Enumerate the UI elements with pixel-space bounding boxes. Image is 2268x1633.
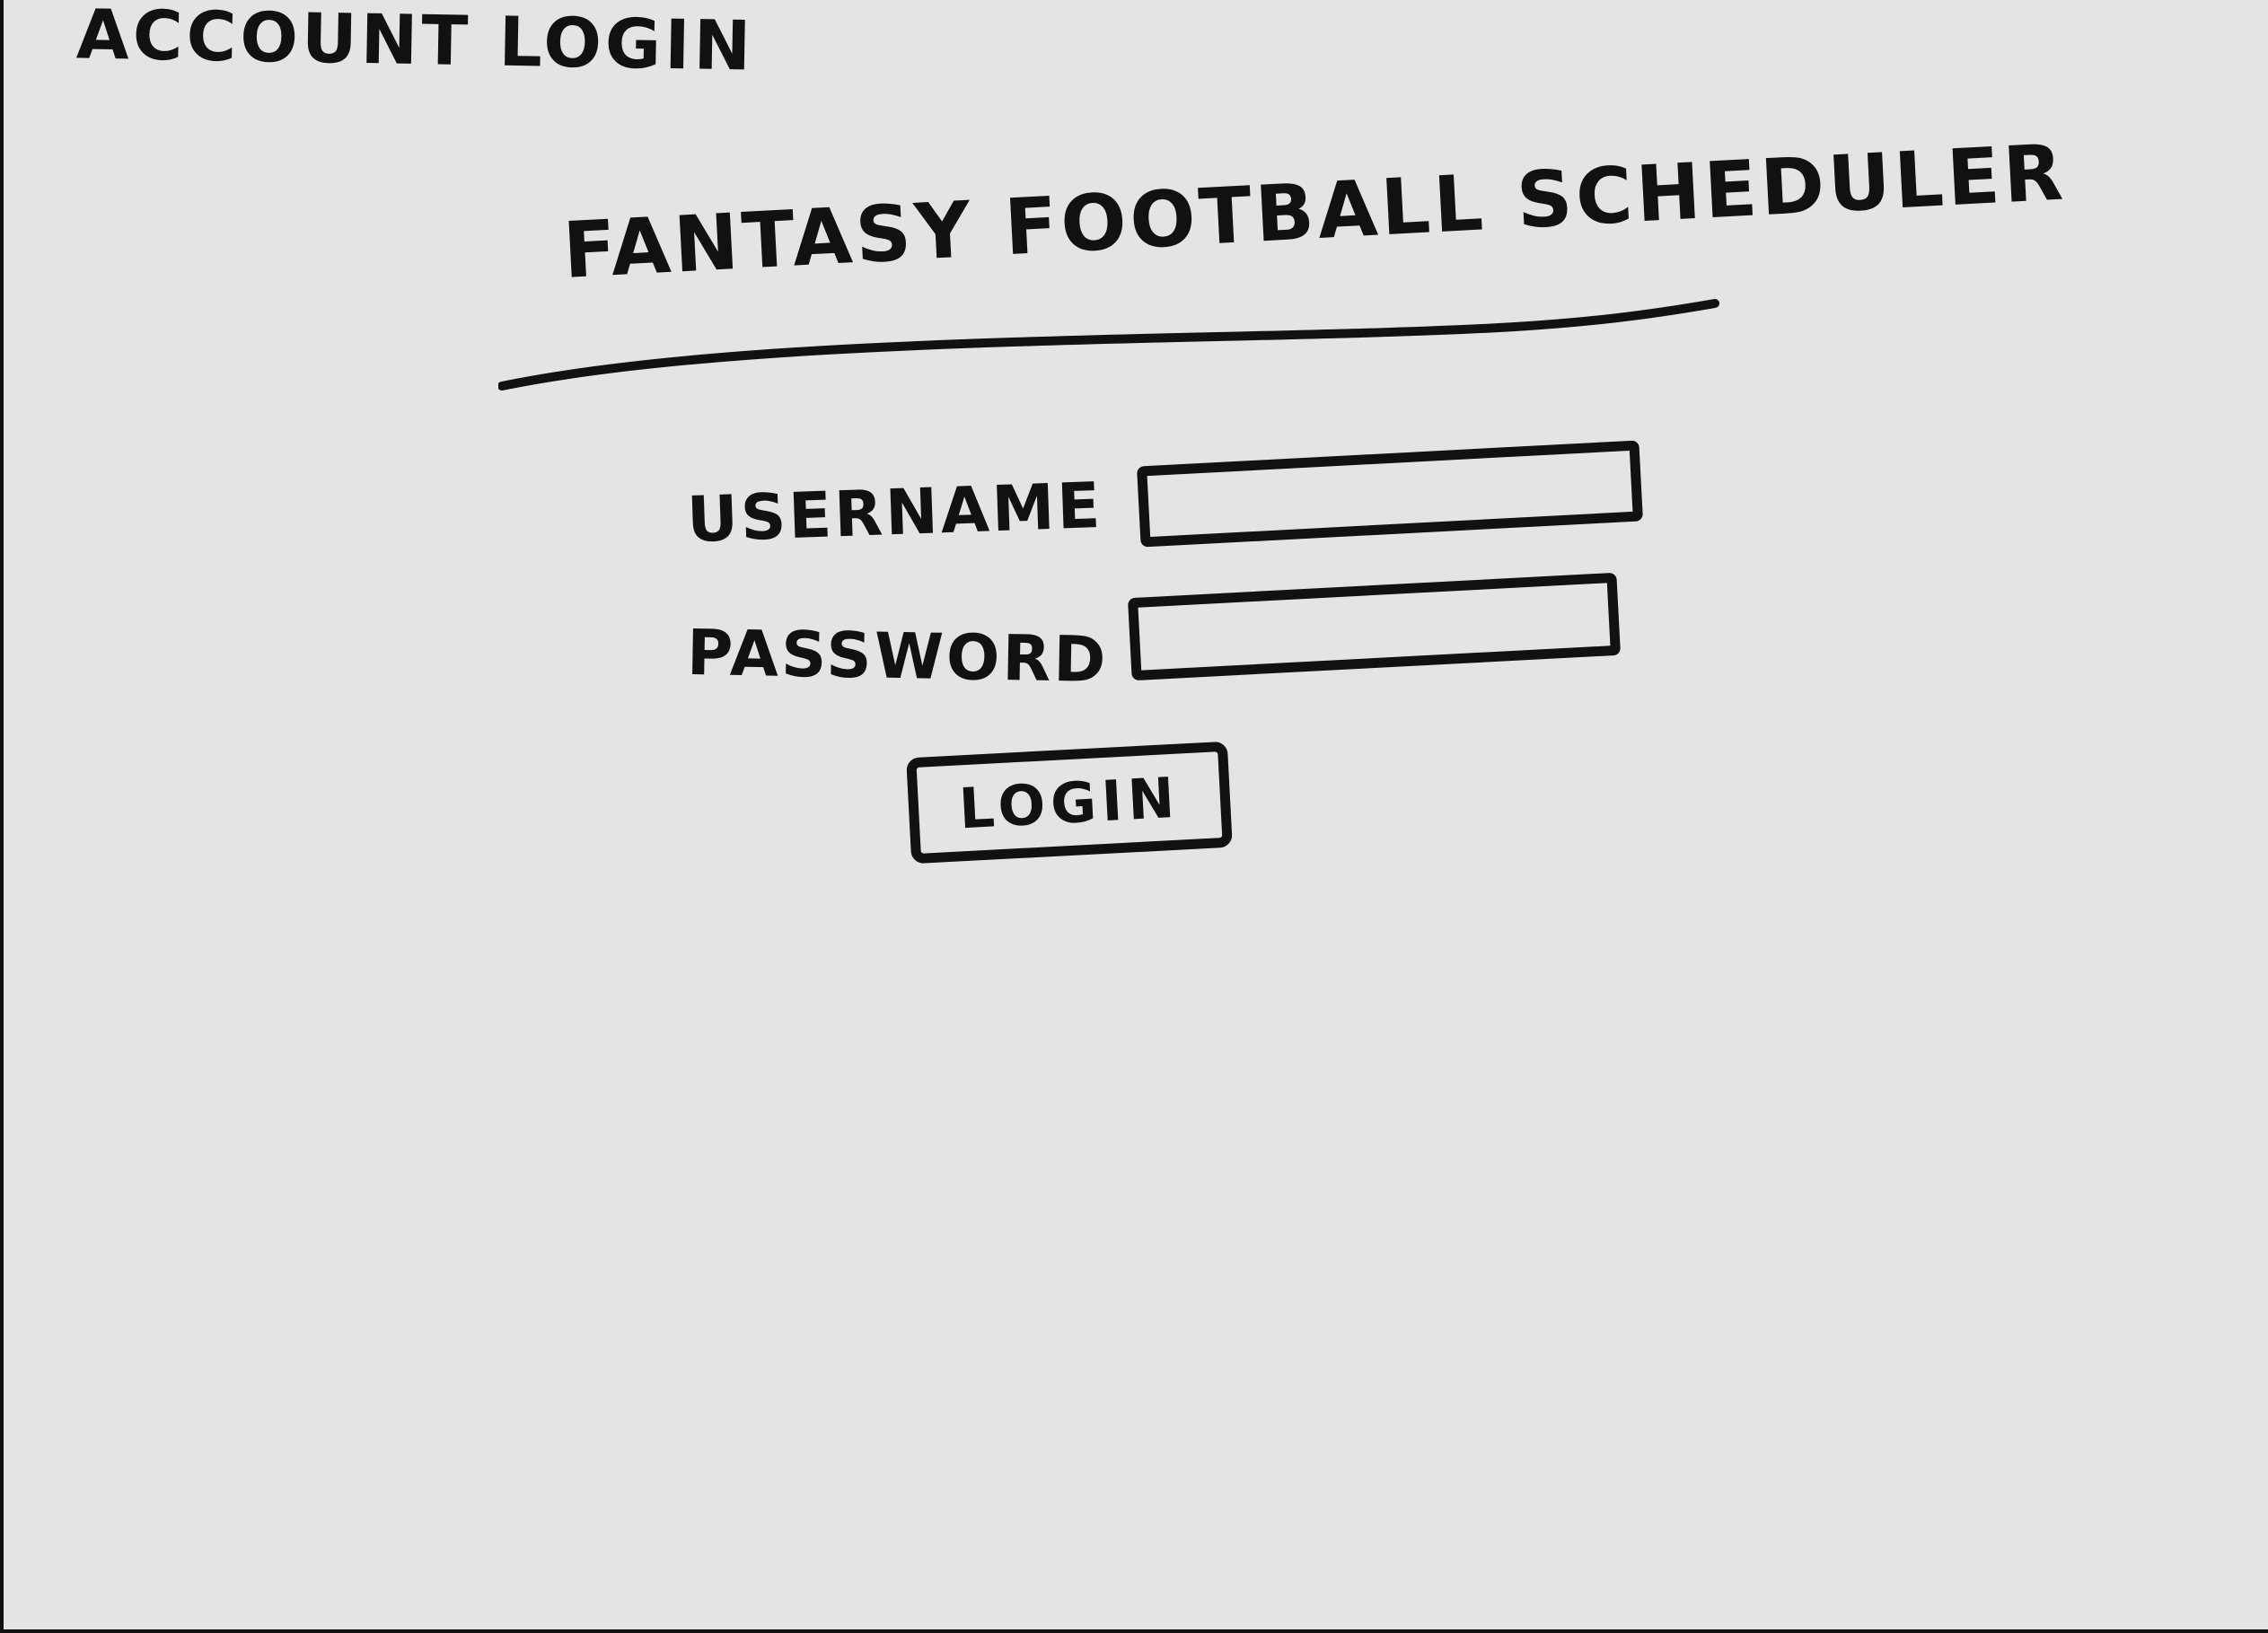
login-button[interactable]: LOGIN <box>906 741 1233 865</box>
username-input[interactable] <box>1137 440 1643 548</box>
title-underline <box>498 299 1719 391</box>
sketch-border-bottom <box>0 1629 2268 1633</box>
sketch-border-left <box>0 0 4 1633</box>
password-input[interactable] <box>1127 572 1622 681</box>
username-label: USERNAME <box>685 468 1104 558</box>
password-label: PASSWORD <box>686 615 1110 698</box>
app-title: FANTASY FOOTBALL SCHEDULER <box>560 127 2069 296</box>
page-label: ACCOUNT LOGIN <box>75 0 755 86</box>
